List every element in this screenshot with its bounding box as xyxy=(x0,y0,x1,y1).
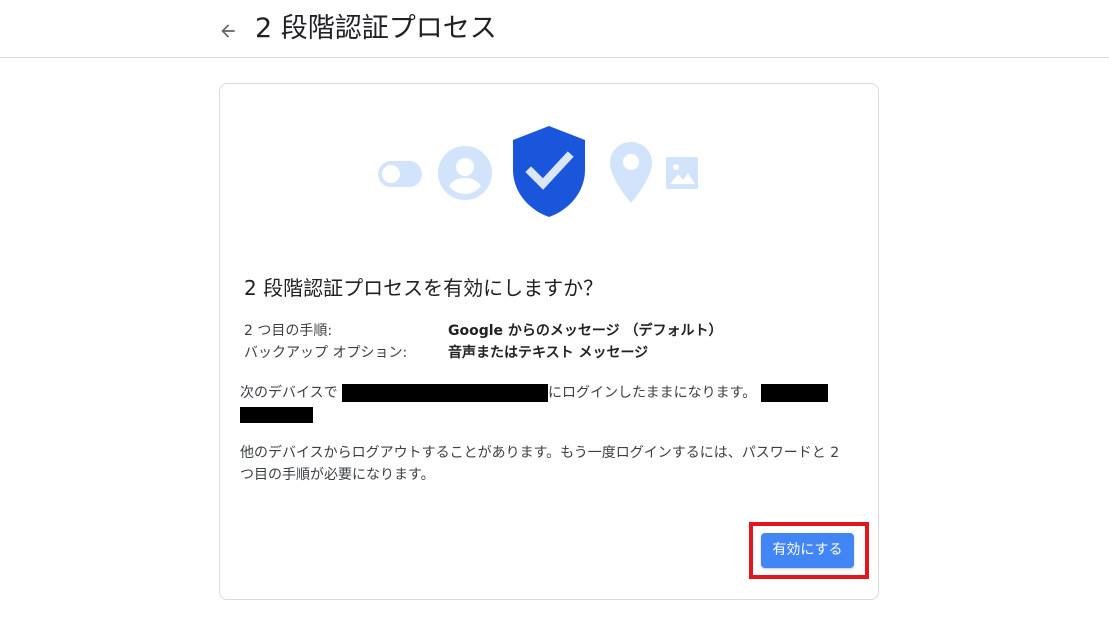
devices-text-before: 次のデバイスで xyxy=(240,385,338,401)
app-header: 2 段階認証プロセス xyxy=(0,0,1109,58)
account-circle-icon xyxy=(438,146,492,200)
second-step-label: 2 つ目の手順: xyxy=(244,323,333,339)
second-step-value: Google からのメッセージ （デフォルト） xyxy=(448,323,723,339)
shield-check-icon xyxy=(513,126,585,217)
back-button[interactable] xyxy=(214,17,242,45)
arrow-back-icon xyxy=(221,24,235,38)
logout-notice: 他のデバイスからログアウトすることがあります。もう一度ログインするには、パスワー… xyxy=(240,445,840,483)
location-pin-icon xyxy=(610,142,652,203)
backup-option-value: 音声またはテキスト メッセージ xyxy=(448,345,649,361)
card-heading: 2 段階認証プロセスを有効にしますか？ xyxy=(244,276,604,300)
settings-summary: 2 つ目の手順: Google からのメッセージ （デフォルト） バックアップ … xyxy=(244,320,854,364)
devices-notice: 次のデバイスで にログインしたままになります。 xyxy=(240,382,856,426)
hero-illustration xyxy=(220,84,880,234)
toggle-icon xyxy=(378,161,422,187)
backup-option-label: バックアップ オプション: xyxy=(244,345,408,361)
redacted-info xyxy=(760,384,828,402)
image-icon xyxy=(666,157,698,189)
page-title: 2 段階認証プロセス xyxy=(255,13,497,44)
redacted-info-continued xyxy=(240,407,313,423)
redacted-device xyxy=(342,384,549,402)
enable-button[interactable]: 有効にする xyxy=(761,533,854,568)
backup-option-row: バックアップ オプション: 音声またはテキスト メッセージ xyxy=(244,342,854,364)
devices-text-after: にログインしたままになります。 xyxy=(548,385,757,401)
second-step-row: 2 つ目の手順: Google からのメッセージ （デフォルト） xyxy=(244,320,854,342)
